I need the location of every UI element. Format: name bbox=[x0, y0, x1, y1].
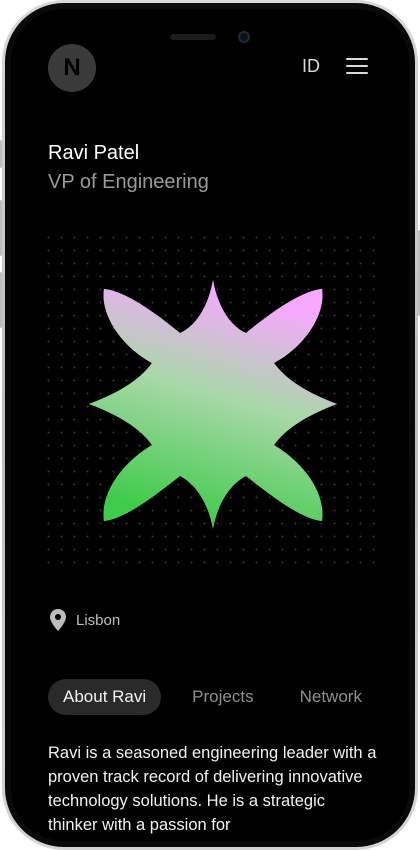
profile-role: VP of Engineering bbox=[48, 171, 209, 193]
logo-letter: N bbox=[63, 54, 81, 81]
screen: N ID Ravi Patel VP of Engineering Lisbon… bbox=[11, 9, 409, 841]
logo-button[interactable]: N bbox=[48, 44, 96, 92]
tab-projects[interactable]: Projects bbox=[177, 679, 268, 715]
location-label: Lisbon bbox=[76, 611, 121, 629]
notch bbox=[158, 23, 262, 51]
mute-switch bbox=[0, 140, 2, 168]
profile-name: Ravi Patel bbox=[48, 142, 140, 164]
bezel: N ID Ravi Patel VP of Engineering Lisbon… bbox=[5, 3, 415, 847]
profile-tabs: About Ravi Projects Network bbox=[48, 679, 377, 715]
language-switch[interactable]: ID bbox=[302, 56, 320, 77]
profile-artwork bbox=[42, 231, 384, 573]
star-shape bbox=[89, 280, 337, 529]
location-pin-icon bbox=[50, 609, 66, 631]
tab-network[interactable]: Network bbox=[285, 679, 377, 715]
volume-up-button bbox=[0, 200, 2, 256]
volume-down-button bbox=[0, 272, 2, 328]
phone-frame: N ID Ravi Patel VP of Engineering Lisbon… bbox=[0, 0, 420, 850]
speaker-grille bbox=[170, 34, 216, 40]
menu-icon[interactable] bbox=[346, 58, 368, 74]
location: Lisbon bbox=[50, 609, 120, 631]
tab-about[interactable]: About Ravi bbox=[48, 679, 162, 715]
bio-text: Ravi is a seasoned engineering leader wi… bbox=[48, 744, 377, 834]
front-camera bbox=[238, 31, 250, 43]
